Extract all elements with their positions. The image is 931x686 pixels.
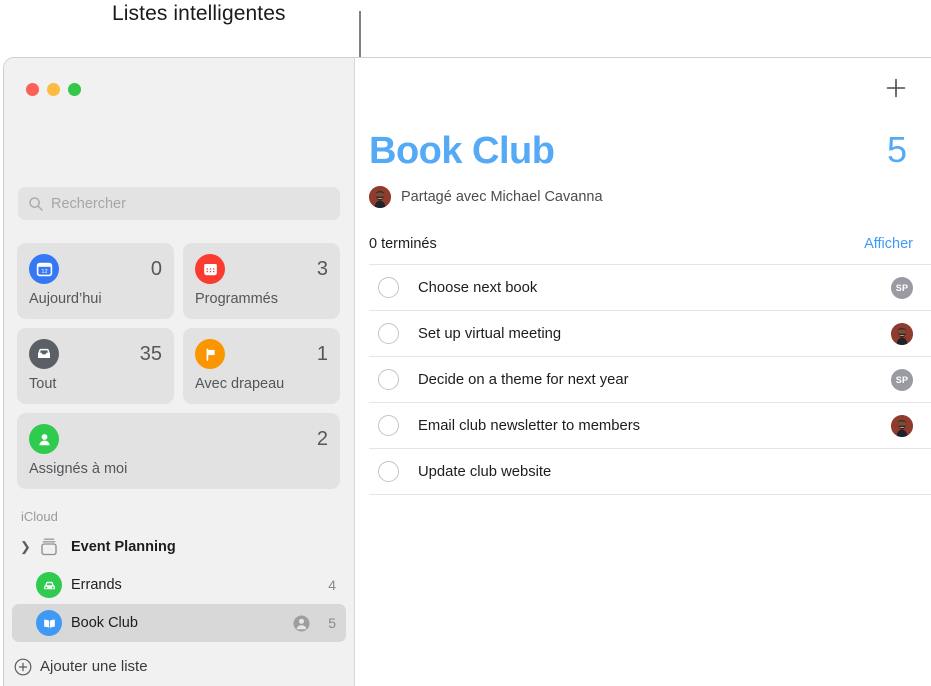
smart-lists-grid: 12 0 Aujourd’hui 3 Programmés 35 Tout 1 …	[17, 243, 341, 489]
task-title: Choose next book	[418, 279, 538, 296]
page-title: Book Club	[369, 130, 555, 172]
show-completed-link[interactable]: Afficher	[864, 236, 913, 252]
avatar: SP	[891, 276, 913, 299]
car-icon	[36, 572, 62, 598]
completed-row: 0 terminés Afficher	[369, 236, 913, 252]
shared-person-icon	[293, 615, 310, 631]
task-row[interactable]: Set up virtual meeting	[369, 310, 931, 356]
avatar: SP	[891, 368, 913, 391]
task-checkbox[interactable]	[378, 323, 399, 344]
window-traffic-lights	[26, 83, 81, 96]
task-row[interactable]: Choose next book SP	[369, 264, 931, 310]
book-icon	[36, 610, 62, 636]
avatar	[369, 186, 391, 208]
callout-label: Listes intelligentes	[112, 2, 286, 25]
sidebar-item-count: 4	[328, 577, 336, 593]
shared-with-row: Partagé avec Michael Cavanna	[369, 186, 603, 208]
smart-list-label: Avec drapeau	[195, 376, 285, 392]
plus-circle-icon[interactable]	[14, 658, 32, 676]
reminders-window: 12 0 Aujourd’hui	[3, 57, 931, 686]
avatar	[891, 414, 913, 437]
chevron-right-icon[interactable]: ❯	[20, 539, 34, 555]
task-title: Decide on a theme for next year	[418, 371, 629, 388]
sidebar-item-label: Errands	[71, 577, 122, 593]
task-checkbox[interactable]	[378, 415, 399, 436]
svg-text:12: 12	[41, 269, 47, 275]
sidebar-item-event-planning[interactable]: ❯ Event Planning	[12, 528, 346, 566]
close-button[interactable]	[26, 83, 39, 96]
smart-list-label: Tout	[29, 376, 57, 392]
shared-with-label: Partagé avec Michael Cavanna	[401, 189, 603, 205]
smart-list-count: 35	[139, 343, 162, 365]
smart-list-count: 0	[150, 258, 162, 280]
smart-list-label: Assignés à moi	[29, 461, 128, 477]
task-checkbox[interactable]	[378, 277, 399, 298]
flag-icon	[195, 339, 225, 369]
list-total-count: 5	[886, 129, 907, 170]
completed-count-label: 0 terminés	[369, 236, 437, 252]
group-folder-icon	[36, 534, 62, 560]
person-icon	[29, 424, 59, 454]
smart-list-label: Aujourd’hui	[29, 291, 102, 307]
task-title: Email club newsletter to members	[418, 417, 641, 434]
task-title: Update club website	[418, 463, 552, 480]
sidebar-item-errands[interactable]: Errands 4	[12, 566, 346, 604]
task-checkbox[interactable]	[378, 461, 399, 482]
task-title: Set up virtual meeting	[418, 325, 562, 342]
minimize-button[interactable]	[47, 83, 60, 96]
search-input[interactable]	[51, 195, 330, 212]
today-calendar-icon: 12	[29, 254, 59, 284]
main-content: Book Club 5 Partagé avec Michael Cavanna…	[354, 58, 931, 686]
smart-list-all[interactable]: 35 Tout	[17, 328, 174, 404]
zoom-button[interactable]	[68, 83, 81, 96]
smart-list-count: 3	[316, 258, 328, 280]
sidebar-item-count: 5	[328, 615, 336, 631]
sidebar-bottom-bar: Ajouter une liste	[4, 646, 354, 686]
smart-list-count: 2	[316, 428, 328, 450]
sidebar-item-label: Event Planning	[71, 539, 176, 555]
sidebar-item-label: Book Club	[71, 615, 138, 631]
task-row[interactable]: Update club website	[369, 448, 931, 495]
smart-list-label: Programmés	[195, 291, 278, 307]
add-reminder-button[interactable]	[884, 76, 908, 100]
smart-list-today[interactable]: 12 0 Aujourd’hui	[17, 243, 174, 319]
source-header-icloud: iCloud	[21, 509, 58, 524]
search-icon	[29, 196, 43, 211]
sidebar-item-book-club[interactable]: Book Club 5	[12, 604, 346, 642]
smart-list-assigned-to-me[interactable]: 2 Assignés à moi	[17, 413, 340, 489]
task-list: Choose next book SP Set up virtual meeti…	[369, 264, 931, 495]
task-row[interactable]: Decide on a theme for next year SP	[369, 356, 931, 402]
smart-list-scheduled[interactable]: 3 Programmés	[183, 243, 340, 319]
task-row[interactable]: Email club newsletter to members	[369, 402, 931, 448]
add-list-button[interactable]: Ajouter une liste	[40, 658, 148, 675]
task-checkbox[interactable]	[378, 369, 399, 390]
smart-list-count: 1	[316, 343, 328, 365]
smart-list-flagged[interactable]: 1 Avec drapeau	[183, 328, 340, 404]
search-field[interactable]	[18, 187, 340, 220]
scheduled-calendar-icon	[195, 254, 225, 284]
avatar	[891, 322, 913, 345]
sidebar: 12 0 Aujourd’hui	[4, 58, 354, 686]
all-inbox-icon	[29, 339, 59, 369]
